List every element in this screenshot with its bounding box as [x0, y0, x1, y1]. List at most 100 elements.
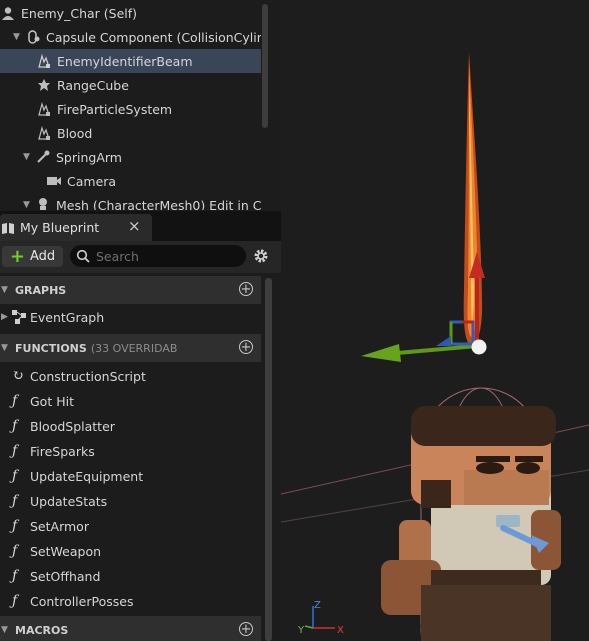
- function-label: SetOffhand: [30, 568, 101, 584]
- axis-indicator: Z X Y: [297, 600, 344, 636]
- function-label: ControllerPosses: [30, 593, 134, 609]
- function-label: UpdateEquipment: [30, 468, 144, 484]
- blueprint-scrollbar[interactable]: [265, 278, 272, 641]
- camera-icon: [46, 173, 62, 189]
- spring-arm-icon: [35, 149, 51, 165]
- character-mesh: [381, 406, 561, 641]
- add-graph-icon[interactable]: +: [239, 282, 253, 296]
- axis-label-x: X: [337, 625, 344, 636]
- capsule-component-icon: [25, 29, 41, 45]
- add-button-label: Add: [29, 249, 56, 264]
- tab-my-blueprint[interactable]: My Blueprint ×: [0, 214, 152, 241]
- function-label: UpdateStats: [30, 493, 108, 509]
- function-item[interactable]: ↻ ConstructionScript: [0, 364, 261, 388]
- component-item-label: RangeCube: [57, 77, 129, 93]
- chevron-down-icon[interactable]: ▼: [23, 152, 33, 162]
- component-item-label: SpringArm: [56, 149, 122, 165]
- axis-label-y: Y: [297, 625, 305, 636]
- component-item-range-cube[interactable]: RangeCube: [0, 73, 261, 97]
- function-item[interactable]: ƒ SetOffhand: [0, 564, 261, 588]
- static-mesh-icon: [36, 77, 52, 93]
- search-icon: [76, 249, 90, 263]
- particle-system-icon: [36, 125, 52, 141]
- chevron-down-icon[interactable]: ▼: [13, 32, 23, 42]
- viewport-scene: Z X Y: [281, 52, 589, 641]
- component-item-mesh[interactable]: ▼ Mesh (CharacterMesh0) Edit in C+: [0, 193, 261, 210]
- component-item-label: Camera: [67, 173, 117, 189]
- function-item[interactable]: ƒ SetWeapon: [0, 539, 261, 563]
- search-input[interactable]: [96, 248, 236, 264]
- component-item-capsule[interactable]: ▼ Capsule Component (CollisionCylinde: [0, 25, 261, 49]
- function-label: SetArmor: [30, 518, 89, 534]
- function-label: Got Hit: [30, 393, 74, 409]
- close-icon[interactable]: ×: [128, 217, 141, 235]
- skeletal-mesh-icon: [35, 197, 51, 210]
- function-label: FireSparks: [30, 443, 95, 459]
- function-label: SetWeapon: [30, 543, 102, 559]
- add-function-icon[interactable]: +: [239, 340, 253, 354]
- axis-label-z: Z: [314, 600, 321, 611]
- construction-script-icon: ↻: [12, 368, 24, 384]
- viewport[interactable]: Z X Y: [281, 0, 589, 641]
- function-item[interactable]: ƒ BloodSplatter: [0, 414, 261, 438]
- tab-label: My Blueprint: [20, 220, 100, 235]
- chevron-right-icon[interactable]: ▶: [1, 312, 11, 322]
- components-tree: Enemy_Char (Self) ▼ Capsule Component (C…: [0, 0, 261, 210]
- left-panel: Enemy_Char (Self) ▼ Capsule Component (C…: [0, 0, 281, 641]
- section-title: GRAPHS: [15, 283, 67, 297]
- enemy-identifier-beam: [463, 52, 483, 345]
- particle-system-icon: [36, 101, 52, 117]
- function-item[interactable]: ƒ UpdateStats: [0, 489, 261, 513]
- chevron-down-icon: ▼: [1, 625, 8, 635]
- component-item-label: EnemyIdentifierBeam: [57, 53, 193, 69]
- component-item-label: Blood: [57, 125, 93, 141]
- component-item-label: Mesh (CharacterMesh0) Edit in C+: [56, 197, 261, 211]
- list-item-label: EventGraph: [30, 309, 105, 325]
- function-icon: ƒ: [12, 443, 18, 459]
- component-item-blood[interactable]: Blood: [0, 121, 261, 145]
- component-item-camera[interactable]: Camera: [0, 169, 261, 193]
- function-label: BloodSplatter: [30, 418, 115, 434]
- function-icon: ƒ: [12, 393, 18, 409]
- chevron-down-icon[interactable]: ▼: [23, 200, 33, 210]
- book-icon: [0, 220, 16, 236]
- function-item[interactable]: ƒ UpdateEquipment: [0, 464, 261, 488]
- particle-system-icon: [36, 53, 52, 69]
- function-icon: ƒ: [12, 518, 18, 534]
- function-icon: ƒ: [12, 418, 18, 434]
- component-item-label: FireParticleSystem: [57, 101, 173, 117]
- chevron-down-icon: ▼: [1, 285, 8, 295]
- section-functions-header[interactable]: ▼ FUNCTIONS (33 OVERRIDAB +: [0, 334, 261, 362]
- function-icon: ƒ: [12, 593, 18, 609]
- function-label: ConstructionScript: [30, 368, 146, 384]
- component-root-label: Enemy_Char (Self): [21, 5, 138, 21]
- section-macros-header[interactable]: ▼ MACROS +: [0, 616, 261, 641]
- function-item[interactable]: ƒ ControllerPosses: [0, 589, 261, 613]
- chevron-down-icon: ▼: [1, 343, 8, 353]
- list-item-event-graph[interactable]: ▶ EventGraph: [0, 305, 261, 329]
- gear-icon[interactable]: [253, 248, 269, 264]
- components-scrollbar[interactable]: [262, 4, 268, 128]
- function-icon: ƒ: [12, 568, 18, 584]
- component-item-spring-arm[interactable]: ▼ SpringArm: [0, 145, 261, 169]
- section-title: FUNCTIONS: [15, 341, 87, 355]
- function-icon: ƒ: [12, 468, 18, 484]
- function-item[interactable]: ƒ SetArmor: [0, 514, 261, 538]
- function-item[interactable]: ƒ Got Hit: [0, 389, 261, 413]
- component-item-label: Capsule Component (CollisionCylinde: [46, 29, 261, 45]
- section-title: MACROS: [15, 623, 69, 637]
- add-button[interactable]: + Add: [2, 246, 63, 267]
- event-graph-icon: [11, 309, 27, 325]
- person-icon: [0, 5, 16, 21]
- section-graphs-header[interactable]: ▼ GRAPHS +: [0, 276, 261, 304]
- function-icon: ƒ: [12, 493, 18, 509]
- plus-icon: +: [9, 245, 25, 267]
- component-root[interactable]: Enemy_Char (Self): [0, 1, 257, 25]
- add-macro-icon[interactable]: +: [239, 622, 253, 636]
- function-item[interactable]: ƒ FireSparks: [0, 439, 261, 463]
- component-item-enemy-identifier-beam[interactable]: EnemyIdentifierBeam: [0, 49, 261, 73]
- section-subtitle: (33 OVERRIDAB: [90, 341, 178, 355]
- search-box[interactable]: [70, 245, 246, 267]
- function-icon: ƒ: [12, 543, 18, 559]
- component-item-fire-particle-system[interactable]: FireParticleSystem: [0, 97, 261, 121]
